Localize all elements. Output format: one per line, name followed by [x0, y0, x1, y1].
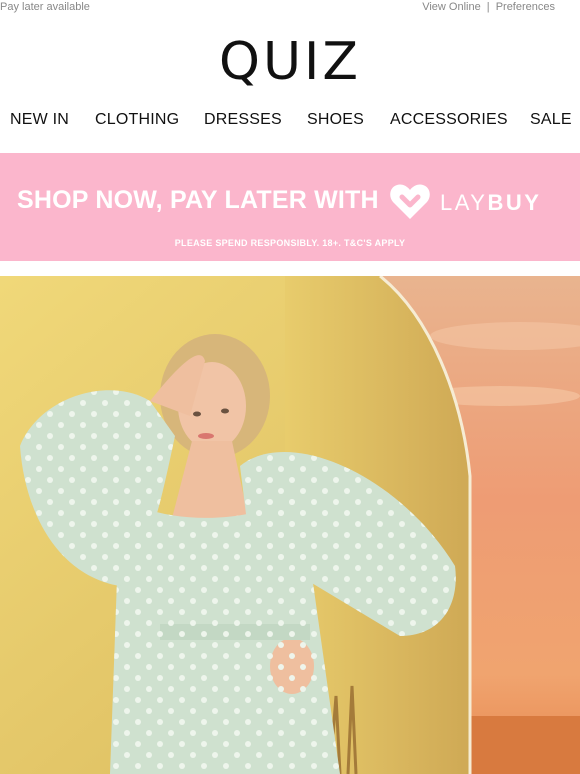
- banner-disclaimer: PLEASE SPEND RESPONSIBLY. 18+. T&C'S APP…: [174, 238, 406, 248]
- nav-item-shoes[interactable]: SHOES: [307, 111, 364, 129]
- hero-illustration: [0, 276, 580, 774]
- preheader: Pay later available View Online | Prefer…: [0, 0, 580, 16]
- logo-text: QUIZ: [219, 32, 361, 92]
- view-online-link[interactable]: View Online: [422, 1, 481, 13]
- preferences-link[interactable]: Preferences: [496, 1, 555, 13]
- laybuy-wordmark-lay: LAY: [440, 190, 488, 215]
- banner-title: SHOP NOW, PAY LATER WITH: [17, 186, 379, 214]
- laybuy-wordmark-buy: BUY: [487, 190, 542, 215]
- nav-item-new-in[interactable]: NEW IN: [10, 111, 69, 129]
- hero-image[interactable]: [0, 276, 580, 774]
- quiz-logo[interactable]: QUIZ: [0, 36, 580, 88]
- nav-item-accessories[interactable]: ACCESSORIES: [390, 111, 508, 129]
- preheader-text: Pay later available: [0, 1, 90, 13]
- nav-item-sale[interactable]: SALE: [530, 111, 572, 129]
- laybuy-wordmark: LAYBUY: [440, 190, 541, 216]
- nav-item-clothing[interactable]: CLOTHING: [95, 111, 179, 129]
- laybuy-heart-icon: [390, 184, 430, 219]
- nav-item-dresses[interactable]: DRESSES: [204, 111, 282, 129]
- preheader-links: View Online | Preferences: [422, 1, 555, 13]
- laybuy-banner[interactable]: SHOP NOW, PAY LATER WITH LAYBUY PLEASE S…: [0, 153, 580, 261]
- main-nav: NEW IN CLOTHING DRESSES SHOES ACCESSORIE…: [0, 111, 580, 133]
- preheader-separator: |: [486, 1, 490, 13]
